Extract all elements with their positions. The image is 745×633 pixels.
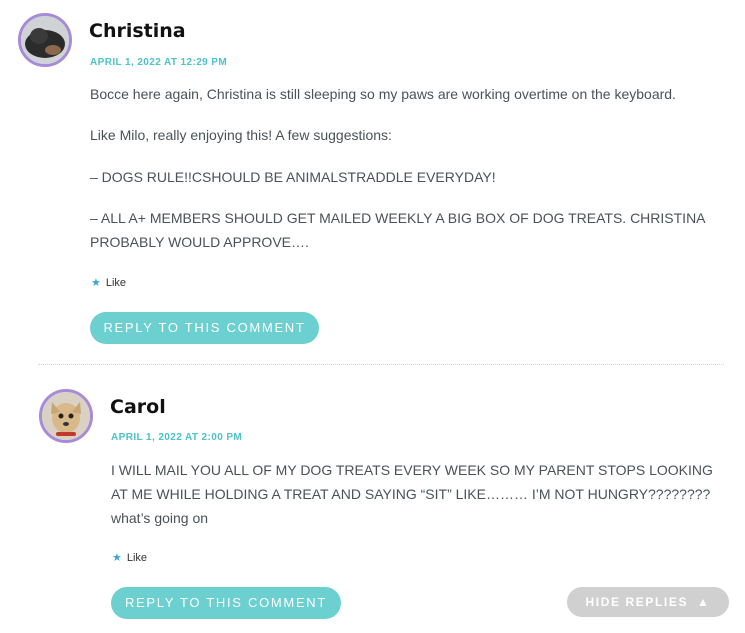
comment-author: Christina bbox=[89, 20, 186, 42]
like-button[interactable]: ★ Like bbox=[112, 551, 147, 564]
comment-date-link[interactable]: APRIL 1, 2022 AT 12:29 PM bbox=[90, 57, 227, 68]
comment-divider bbox=[38, 364, 724, 365]
like-label: Like bbox=[105, 277, 127, 289]
comment-author: Carol bbox=[110, 396, 166, 418]
comment-paragraph: – DOGS RULE!!CSHOULD BE ANIMALSTRADDLE E… bbox=[90, 169, 496, 185]
star-icon: ★ bbox=[112, 552, 122, 564]
comment-date-link[interactable]: APRIL 1, 2022 AT 2:00 PM bbox=[111, 432, 242, 443]
reply-button[interactable]: REPLY TO THIS COMMENT bbox=[90, 312, 319, 344]
comment-paragraph: – ALL A+ MEMBERS SHOULD GET MAILED WEEKL… bbox=[90, 210, 705, 250]
hide-replies-label: HIDE REPLIES bbox=[585, 595, 689, 609]
triangle-up-icon: ▲ bbox=[697, 595, 711, 609]
avatar-photo bbox=[21, 16, 69, 64]
comment-paragraph: Like Milo, really enjoying this! A few s… bbox=[90, 127, 392, 143]
avatar-photo bbox=[42, 392, 90, 440]
avatar[interactable] bbox=[18, 13, 72, 67]
hide-replies-button[interactable]: HIDE REPLIES ▲ bbox=[567, 587, 729, 617]
avatar[interactable] bbox=[39, 389, 93, 443]
comment-paragraph: I WILL MAIL YOU ALL OF MY DOG TREATS EVE… bbox=[111, 462, 713, 526]
like-label: Like bbox=[126, 552, 148, 564]
like-button[interactable]: ★ Like bbox=[91, 276, 126, 289]
comment-paragraph: Bocce here again, Christina is still sle… bbox=[90, 86, 676, 102]
star-icon: ★ bbox=[91, 277, 101, 289]
reply-button[interactable]: REPLY TO THIS COMMENT bbox=[111, 587, 341, 619]
